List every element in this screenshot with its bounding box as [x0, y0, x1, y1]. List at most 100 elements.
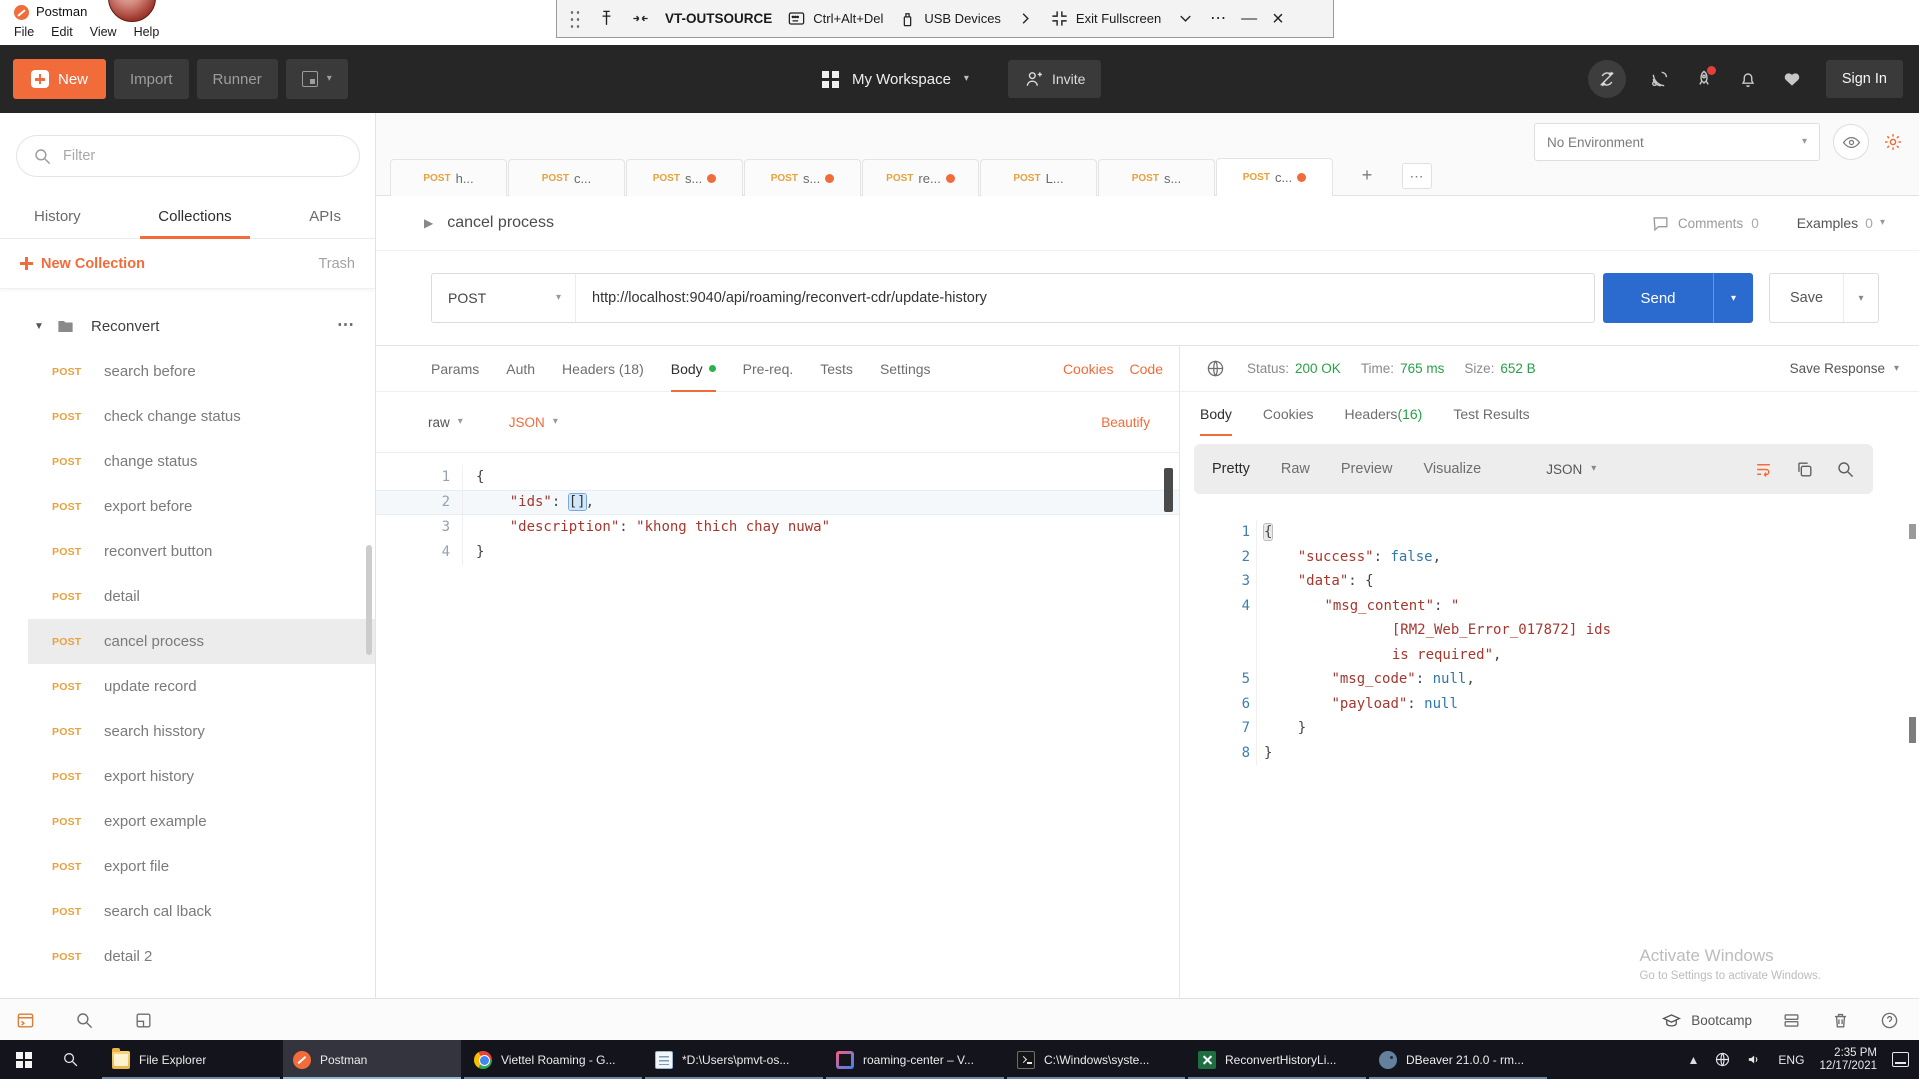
new-collection-button[interactable]: New Collection [20, 256, 145, 272]
menu-edit[interactable]: Edit [51, 25, 73, 39]
sidebar-request-item[interactable]: POST export file [28, 844, 375, 889]
close-icon[interactable]: × [1272, 9, 1284, 29]
runner-button[interactable]: Runner [197, 59, 278, 99]
menu-help[interactable]: Help [134, 25, 160, 39]
sidebar-request-item[interactable]: POST reconvert button [28, 529, 375, 574]
response-tab[interactable]: Test Results [1453, 392, 1529, 436]
menu-view[interactable]: View [90, 25, 117, 39]
collection-options-icon[interactable]: ⋯ [337, 315, 355, 335]
request-config-tab[interactable]: Pre-req. [743, 346, 794, 392]
taskbar-clock[interactable]: 2:35 PM 12/17/2021 [1819, 1047, 1877, 1073]
sidebar-request-item[interactable]: POST check change status [28, 394, 375, 439]
cookies-link[interactable]: Cookies [1063, 361, 1114, 377]
bell-icon[interactable] [1738, 69, 1758, 89]
taskbar-app-button[interactable]: Postman [283, 1040, 461, 1079]
examples-button[interactable]: Examples 0 ▾ [1797, 215, 1885, 231]
trash-button[interactable]: Trash [318, 256, 355, 272]
import-button[interactable]: Import [114, 59, 189, 99]
new-button[interactable]: New [13, 59, 106, 99]
response-body-code[interactable]: 1 { 2 "success": false, 3 "data": { [1180, 508, 1909, 998]
sidebar-scrollbar[interactable] [366, 545, 372, 655]
request-tab[interactable]: POST L... [980, 159, 1097, 196]
settings-gear-button[interactable] [1883, 132, 1903, 152]
taskbar-app-button[interactable]: C:\Windows\syste... [1007, 1040, 1185, 1079]
sidebar-request-item[interactable]: POST detail [28, 574, 375, 619]
workspace-grid-icon[interactable] [822, 71, 839, 88]
editor-line[interactable]: 2 "ids": [], [376, 490, 1179, 515]
editor-line[interactable]: 4 } [376, 540, 1179, 565]
sidebar-request-item[interactable]: POST export before [28, 484, 375, 529]
network-icon[interactable] [1714, 1051, 1731, 1068]
sidebar-request-item[interactable]: POST search cal lback [28, 889, 375, 934]
volume-icon[interactable] [1746, 1051, 1763, 1068]
sidebar-tab[interactable]: Collections [152, 195, 237, 239]
request-tab[interactable]: POST re... [862, 159, 979, 196]
request-config-tab[interactable]: Tests [820, 346, 853, 392]
filter-input[interactable] [63, 148, 313, 164]
request-tab[interactable]: POST s... [744, 159, 861, 196]
sidebar-request-item[interactable]: POST cancel process [28, 619, 375, 664]
invite-button[interactable]: Invite [1008, 60, 1101, 98]
taskbar-app-button[interactable]: ReconvertHistoryLi... [1188, 1040, 1366, 1079]
editor-line[interactable]: 1 { [376, 465, 1179, 490]
taskbar-app-button[interactable]: *D:\Users\pmvt-os... [645, 1040, 823, 1079]
input-language-indicator[interactable]: ENG [1778, 1053, 1804, 1067]
sidebar-request-item[interactable]: POST search before [28, 349, 375, 394]
collection-folder-reconvert[interactable]: ▼ Reconvert ⋯ [0, 303, 375, 349]
response-view-tab[interactable]: Pretty [1212, 461, 1250, 477]
send-options-caret[interactable]: ▾ [1713, 273, 1753, 323]
save-button[interactable]: Save [1770, 274, 1843, 322]
editor-scrollbar[interactable] [1164, 468, 1173, 512]
collapse-toolbar-icon[interactable] [631, 9, 650, 28]
chevron-right-icon[interactable] [1016, 9, 1035, 28]
response-tab[interactable]: Body [1200, 392, 1232, 436]
ctrl-alt-del-button[interactable]: Ctrl+Alt+Del [787, 9, 883, 28]
response-view-tab[interactable]: Raw [1281, 461, 1310, 477]
sidebar-request-item[interactable]: POST export example [28, 799, 375, 844]
request-tab[interactable]: POST c... [1216, 158, 1333, 196]
request-config-tab[interactable]: Headers (18) [562, 346, 644, 392]
minimize-icon[interactable]: — [1241, 11, 1257, 27]
open-file-button[interactable]: ▾ [286, 59, 348, 99]
start-button[interactable] [0, 1040, 47, 1079]
menu-file[interactable]: File [14, 25, 34, 39]
chevron-down-icon[interactable] [1176, 9, 1195, 28]
body-mode-select[interactable]: raw ▾ [428, 415, 463, 430]
response-view-tab[interactable]: Visualize [1423, 461, 1481, 477]
request-config-tab[interactable]: Settings [880, 346, 931, 392]
editor-line[interactable]: 3 "description": "khong thich chay nuwa" [376, 515, 1179, 540]
comments-button[interactable]: Comments 0 [1651, 214, 1759, 233]
bootcamp-button[interactable]: Bootcamp [1662, 1011, 1752, 1030]
save-response-button[interactable]: Save Response ▾ [1790, 361, 1899, 376]
request-tab[interactable]: POST c... [508, 159, 625, 196]
save-options-caret[interactable]: ▾ [1843, 274, 1878, 322]
sidebar-tab[interactable]: APIs [303, 195, 347, 239]
help-icon[interactable] [1880, 1011, 1899, 1030]
sync-off-icon[interactable] [1588, 60, 1626, 98]
exit-fullscreen-button[interactable]: Exit Fullscreen [1050, 9, 1161, 28]
taskbar-app-button[interactable]: File Explorer [102, 1040, 280, 1079]
beautify-link[interactable]: Beautify [1101, 415, 1150, 430]
send-button[interactable]: Send [1603, 273, 1713, 323]
response-tab[interactable]: Cookies [1263, 392, 1314, 436]
taskbar-app-button[interactable]: Viettel Roaming - G... [464, 1040, 642, 1079]
find-replace-icon[interactable] [75, 1011, 94, 1030]
request-config-tab[interactable]: Body [671, 346, 716, 392]
response-tab[interactable]: Headers (16) [1345, 392, 1423, 436]
chevron-down-icon[interactable]: ▾ [964, 74, 969, 84]
panel-layout-icon[interactable] [134, 1011, 153, 1030]
copy-icon[interactable] [1795, 460, 1814, 479]
request-tab[interactable]: POST s... [1098, 159, 1215, 196]
new-tab-button[interactable]: + [1356, 164, 1378, 186]
workspace-name[interactable]: My Workspace [852, 71, 951, 88]
search-icon[interactable] [1836, 460, 1855, 479]
wrap-text-icon[interactable] [1754, 460, 1773, 479]
response-language-select[interactable]: JSON ▾ [1546, 462, 1596, 477]
action-center-icon[interactable] [1892, 1052, 1909, 1067]
request-tab[interactable]: POST s... [626, 159, 743, 196]
console-icon[interactable] [16, 1011, 35, 1030]
method-select[interactable]: POST ▾ [432, 274, 576, 322]
heart-icon[interactable] [1782, 69, 1802, 89]
sidebar-request-item[interactable]: POST update record [28, 664, 375, 709]
taskbar-search-button[interactable] [47, 1040, 94, 1079]
